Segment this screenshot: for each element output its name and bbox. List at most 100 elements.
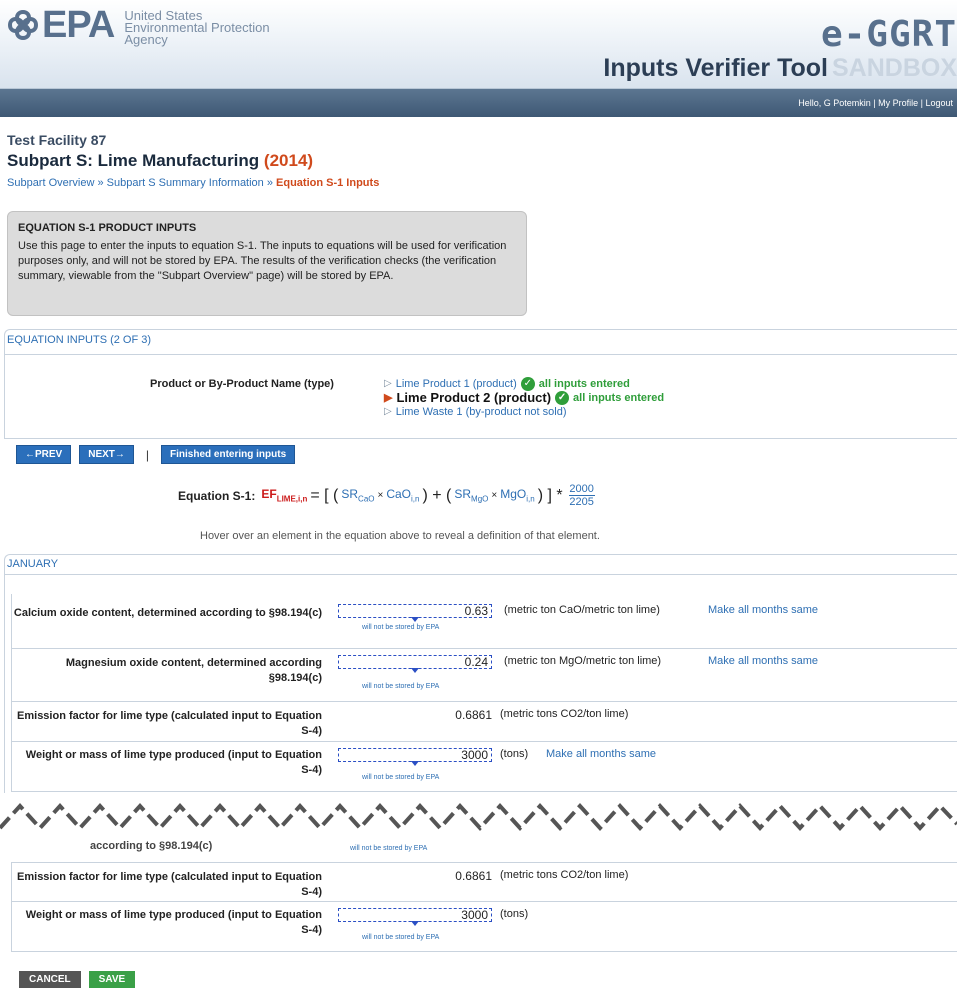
product-name: Lime Product 2 (product) bbox=[396, 390, 552, 405]
arrow-right-icon: ▷ bbox=[384, 406, 392, 417]
field-label: Emission factor for lime type (calculate… bbox=[17, 871, 322, 898]
equation-s1: Equation S-1: EFLIME,i,n = [ ( SRCaO × C… bbox=[178, 483, 595, 508]
weight-input[interactable]: 3000 bbox=[338, 748, 492, 766]
agency-line: Agency bbox=[124, 32, 168, 47]
breadcrumb-subpart-overview[interactable]: Subpart Overview bbox=[7, 177, 94, 189]
cao-symbol: CaO bbox=[386, 487, 412, 502]
product-list: ▷ Lime Product 1 (product) ✓ all inputs … bbox=[384, 377, 664, 419]
user-greeting: Hello, G Potemkin bbox=[798, 98, 871, 108]
product-link[interactable]: Lime Product 1 (product) bbox=[396, 377, 517, 391]
instructions-text: Use this page to enter the inputs to equ… bbox=[18, 240, 507, 282]
equation-inputs-title: EQUATION INPUTS (2 OF 3) bbox=[7, 334, 152, 346]
mgo-subscript: i,n bbox=[526, 494, 535, 504]
instructions-box: EQUATION S-1 PRODUCT INPUTS Use this pag… bbox=[7, 211, 527, 316]
divider: | bbox=[145, 447, 150, 462]
field-label: Emission factor for lime type (calculate… bbox=[17, 710, 322, 737]
field-label: Magnesium oxide content, determined acco… bbox=[65, 657, 322, 684]
unit-label: (metric tons CO2/ton lime) bbox=[500, 708, 629, 720]
next-button[interactable]: NEXT→ bbox=[79, 445, 134, 464]
product-item-selected[interactable]: ▶ Lime Product 2 (product) ✓ all inputs … bbox=[384, 391, 664, 405]
january-title: JANUARY bbox=[7, 558, 59, 570]
sr-subscript: MgO bbox=[471, 494, 489, 504]
panel-divider bbox=[4, 354, 957, 355]
product-link[interactable]: Lime Waste 1 (by-product not sold) bbox=[396, 405, 567, 419]
not-stored-note: will not be stored by EPA bbox=[362, 683, 440, 690]
equation-mgo-term[interactable]: MgOi,n bbox=[500, 487, 534, 503]
finished-entering-inputs-button[interactable]: Finished entering inputs bbox=[161, 445, 296, 464]
make-all-months-same-link[interactable]: Make all months same bbox=[546, 748, 656, 760]
my-profile-link[interactable]: My Profile bbox=[878, 98, 918, 108]
navigation-buttons: ←PREV NEXT→ | Finished entering inputs bbox=[16, 445, 296, 464]
conversion-fraction[interactable]: 2000 2205 bbox=[568, 483, 595, 508]
unit-label: (tons) bbox=[500, 748, 529, 760]
cao-content-input[interactable]: 0.63 bbox=[338, 604, 492, 622]
make-all-months-same-link[interactable]: Make all months same bbox=[708, 604, 818, 616]
caret-down-icon bbox=[411, 761, 419, 766]
sr-subscript: CaO bbox=[358, 494, 375, 504]
sr-symbol: SR bbox=[341, 487, 359, 502]
input-row-weight: Weight or mass of lime type produced (in… bbox=[11, 742, 957, 792]
instructions-heading: EQUATION S-1 PRODUCT INPUTS bbox=[18, 222, 197, 234]
input-value: 0.24 bbox=[464, 655, 488, 669]
torn-edge-divider bbox=[0, 803, 957, 831]
epa-flower-icon bbox=[6, 8, 40, 42]
user-bar: Hello, G Potemkin | My Profile | Logout bbox=[0, 89, 957, 117]
not-stored-note: will not be stored by EPA bbox=[362, 934, 440, 941]
product-item[interactable]: ▷ Lime Product 1 (product) ✓ all inputs … bbox=[384, 377, 664, 391]
field-label: Calcium oxide content, determined accord… bbox=[13, 607, 322, 619]
input-row-mgo: Magnesium oxide content, determined acco… bbox=[11, 649, 957, 702]
caret-down-icon bbox=[411, 668, 419, 673]
weight-input[interactable]: 3000 bbox=[338, 908, 492, 926]
input-value: 3000 bbox=[461, 748, 488, 762]
input-row-cao: Calcium oxide content, determined accord… bbox=[11, 594, 957, 649]
equation-label: Equation S-1: bbox=[178, 488, 256, 503]
logout-link[interactable]: Logout bbox=[925, 98, 953, 108]
input-value: 3000 bbox=[461, 908, 488, 922]
output-row-emission-factor: Emission factor for lime type (calculate… bbox=[11, 862, 957, 902]
not-stored-note: will not be stored by EPA bbox=[362, 774, 440, 781]
times-symbol: × bbox=[491, 490, 498, 501]
agency-name: United States Environmental Protection A… bbox=[124, 9, 269, 47]
equation-cao-term[interactable]: CaOi,n bbox=[386, 487, 419, 503]
prev-button[interactable]: ←PREV bbox=[16, 445, 72, 464]
emission-factor-value: 0.6861 bbox=[455, 869, 492, 883]
save-button[interactable]: SAVE bbox=[88, 971, 136, 988]
hover-hint: Hover over an element in the equation ab… bbox=[200, 530, 600, 542]
arrow-right-icon: ▶ bbox=[384, 392, 393, 404]
not-stored-note: will not be stored by EPA bbox=[350, 845, 428, 852]
not-stored-note: will not be stored by EPA bbox=[362, 624, 440, 631]
unit-label: (metric tons CO2/ton lime) bbox=[500, 869, 629, 881]
epa-logo[interactable]: EPA United States Environmental Protecti… bbox=[6, 4, 270, 47]
subpart-title: Subpart S: Lime Manufacturing bbox=[7, 151, 260, 170]
status-text: all inputs entered bbox=[538, 378, 630, 390]
unit-label: (metric ton CaO/metric ton lime) bbox=[504, 604, 660, 616]
ef-subscript: LIME,i,n bbox=[276, 494, 308, 504]
caret-down-icon bbox=[411, 921, 419, 926]
equation-sr-cao-term[interactable]: SRCaO bbox=[341, 487, 374, 503]
epa-wordmark: EPA bbox=[42, 4, 115, 46]
breadcrumb: Subpart Overview » Subpart S Summary Inf… bbox=[7, 177, 380, 189]
tool-title: Inputs Verifier Tool SANDBOX bbox=[603, 54, 957, 83]
equation-sr-mgo-term[interactable]: SRMgO bbox=[454, 487, 488, 503]
product-item[interactable]: ▷ Lime Waste 1 (by-product not sold) bbox=[384, 405, 664, 419]
make-all-months-same-link[interactable]: Make all months same bbox=[708, 655, 818, 667]
mgo-content-input[interactable]: 0.24 bbox=[338, 655, 492, 673]
partial-field-label: according to §98.194(c) bbox=[90, 840, 213, 852]
form-actions: CANCEL SAVE bbox=[19, 971, 136, 988]
breadcrumb-current: Equation S-1 Inputs bbox=[276, 177, 380, 189]
bracket-open: = [ ( bbox=[310, 486, 339, 504]
sr-symbol: SR bbox=[454, 487, 472, 502]
fraction-numerator: 2000 bbox=[569, 483, 594, 495]
reporting-year: (2014) bbox=[263, 151, 314, 170]
equation-ef-term[interactable]: EFLIME,i,n bbox=[261, 487, 307, 503]
environment-label: SANDBOX bbox=[831, 54, 957, 82]
checkmark-icon: ✓ bbox=[555, 391, 570, 405]
unit-label: (tons) bbox=[500, 908, 529, 920]
site-header: EPA United States Environmental Protecti… bbox=[0, 0, 957, 89]
product-name: e-GGRT bbox=[820, 14, 957, 55]
times-symbol: × bbox=[377, 490, 384, 501]
panel-divider bbox=[4, 574, 957, 575]
breadcrumb-summary-information[interactable]: Subpart S Summary Information bbox=[107, 177, 264, 189]
cao-subscript: i,n bbox=[411, 494, 420, 504]
cancel-button[interactable]: CANCEL bbox=[19, 971, 81, 988]
